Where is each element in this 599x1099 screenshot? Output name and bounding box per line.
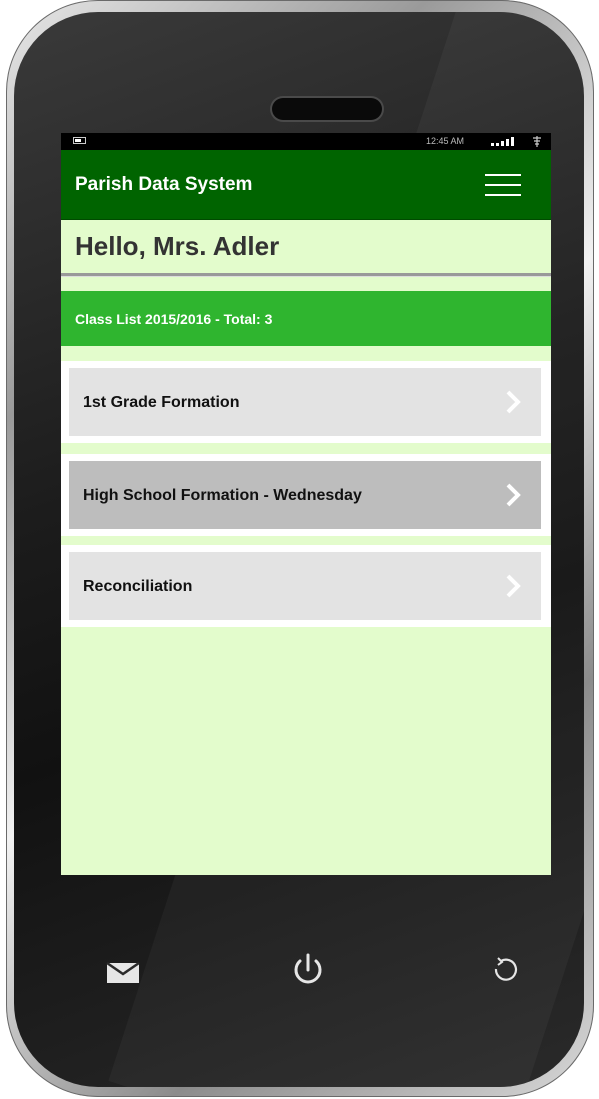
class-item-label: Reconciliation [83, 578, 193, 595]
signal-bars-icon [491, 136, 521, 146]
divider [61, 273, 551, 277]
phone-speaker [272, 98, 382, 120]
status-time: 12:45 AM [426, 136, 465, 146]
class-list-heading: Class List 2015/2016 - Total: 3 [75, 311, 273, 327]
power-icon[interactable] [290, 952, 326, 988]
class-item-label: 1st Grade Formation [83, 394, 240, 411]
class-list-item-reconciliation[interactable]: Reconciliation [61, 545, 551, 627]
class-list-item-high-school-formation[interactable]: High School Formation - Wednesday [61, 454, 551, 536]
chevron-right-icon [506, 574, 521, 598]
battery-icon [73, 137, 86, 144]
greeting-heading: Hello, Mrs. Adler [75, 231, 280, 261]
class-list-header: Class List 2015/2016 - Total: 3 [61, 291, 551, 346]
chevron-right-icon [506, 390, 521, 414]
chevron-right-icon [506, 483, 521, 507]
status-bar: 12:45 AM [61, 133, 551, 150]
wifi-icon [531, 134, 543, 148]
phone-screen: 12:45 AM Parish Data System Hello, Mrs. … [61, 133, 551, 875]
hamburger-menu-icon[interactable] [485, 172, 521, 198]
app-title: Parish Data System [75, 174, 253, 195]
class-item-label: High School Formation - Wednesday [83, 487, 362, 504]
refresh-icon[interactable] [490, 956, 520, 986]
app-header: Parish Data System [61, 150, 551, 220]
mail-icon[interactable] [106, 962, 140, 984]
class-list-item-1st-grade-formation[interactable]: 1st Grade Formation [61, 361, 551, 443]
